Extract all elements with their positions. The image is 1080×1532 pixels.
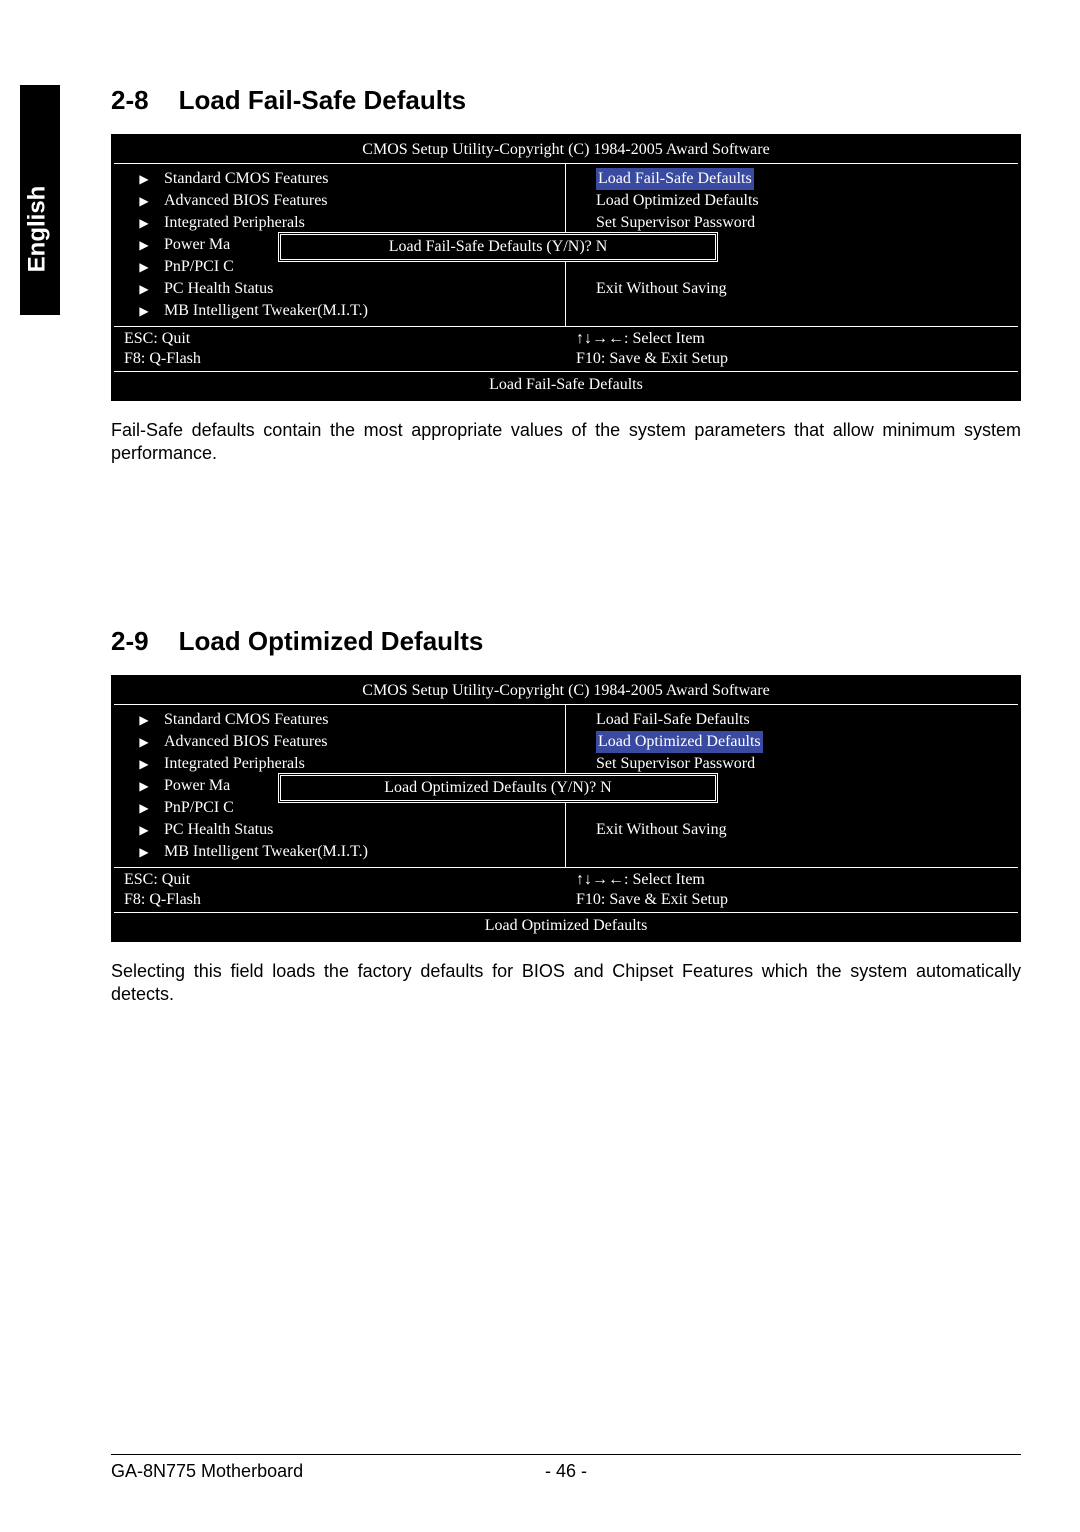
menu-item[interactable]: Load Fail-Safe Defaults xyxy=(576,709,1008,731)
footer-hint: ESC: Quit xyxy=(124,870,556,890)
dialog-text: Load Fail-Safe Defaults (Y/N)? N xyxy=(389,238,608,255)
menu-item[interactable]: Load Optimized Defaults xyxy=(576,190,1008,212)
triangle-right-icon: ▶ xyxy=(124,168,164,190)
bios-screen-optimized: CMOS Setup Utility-Copyright (C) 1984-20… xyxy=(111,675,1021,942)
triangle-right-icon: ▶ xyxy=(124,797,164,819)
menu-item[interactable]: ▶Integrated Peripherals xyxy=(124,753,555,775)
footer-hint: ↑↓→←: Select Item xyxy=(576,870,1008,890)
triangle-right-icon: ▶ xyxy=(124,731,164,753)
triangle-right-icon: ▶ xyxy=(124,190,164,212)
triangle-right-icon: ▶ xyxy=(124,709,164,731)
footer-hint: F8: Q-Flash xyxy=(124,890,556,910)
menu-item[interactable]: Exit Without Saving xyxy=(576,278,1008,300)
bios-footer: ESC: Quit F8: Q-Flash ↑↓→←: Select Item … xyxy=(114,868,1018,913)
menu-item[interactable]: ▶MB Intelligent Tweaker(M.I.T.) xyxy=(124,300,555,322)
triangle-right-icon: ▶ xyxy=(124,841,164,863)
triangle-right-icon: ▶ xyxy=(124,775,164,797)
bios-columns: ▶Standard CMOS Features ▶Advanced BIOS F… xyxy=(114,705,1018,868)
footer-hint: ↑↓→←: Select Item xyxy=(576,329,1008,349)
menu-item[interactable]: Exit Without Saving xyxy=(576,819,1008,841)
confirm-dialog[interactable]: Load Fail-Safe Defaults (Y/N)? N xyxy=(278,232,718,262)
menu-item[interactable]: ▶PC Health Status xyxy=(124,278,555,300)
section-body: Selecting this field loads the factory d… xyxy=(111,960,1021,1007)
footer-hint: F10: Save & Exit Setup xyxy=(576,890,1008,910)
triangle-right-icon: ▶ xyxy=(124,234,164,256)
triangle-right-icon: ▶ xyxy=(124,300,164,322)
menu-item[interactable]: Set Supervisor Password xyxy=(576,212,1008,234)
bios-footer: ESC: Quit F8: Q-Flash ↑↓→←: Select Item … xyxy=(114,327,1018,372)
triangle-right-icon: ▶ xyxy=(124,278,164,300)
dialog-text: Load Optimized Defaults (Y/N)? N xyxy=(384,779,611,796)
menu-item[interactable]: ▶Integrated Peripherals xyxy=(124,212,555,234)
section-2-8-heading: 2-8 Load Fail-Safe Defaults xyxy=(111,85,1021,116)
page-number: - 46 - xyxy=(545,1461,587,1482)
language-tab: English xyxy=(20,85,60,315)
menu-item[interactable]: ▶Advanced BIOS Features xyxy=(124,731,555,753)
menu-item[interactable]: ▶PC Health Status xyxy=(124,819,555,841)
menu-item[interactable]: Load Optimized Defaults xyxy=(576,731,1008,753)
confirm-dialog[interactable]: Load Optimized Defaults (Y/N)? N xyxy=(278,773,718,803)
bios-screen-failsafe: CMOS Setup Utility-Copyright (C) 1984-20… xyxy=(111,134,1021,401)
section-body: Fail-Safe defaults contain the most appr… xyxy=(111,419,1021,466)
bios-help-text: Load Fail-Safe Defaults xyxy=(114,372,1018,398)
triangle-right-icon: ▶ xyxy=(124,212,164,234)
section-title: Load Optimized Defaults xyxy=(179,626,484,656)
menu-item[interactable]: ▶MB Intelligent Tweaker(M.I.T.) xyxy=(124,841,555,863)
product-name: GA-8N775 Motherboard xyxy=(111,1461,303,1481)
footer-hint: ESC: Quit xyxy=(124,329,556,349)
bios-help-text: Load Optimized Defaults xyxy=(114,913,1018,939)
menu-item[interactable]: ▶Advanced BIOS Features xyxy=(124,190,555,212)
menu-item[interactable]: Set Supervisor Password xyxy=(576,753,1008,775)
section-title: Load Fail-Safe Defaults xyxy=(179,85,467,115)
bios-title: CMOS Setup Utility-Copyright (C) 1984-20… xyxy=(114,678,1018,705)
footer-hint: F8: Q-Flash xyxy=(124,349,556,369)
bios-columns: ▶Standard CMOS Features ▶Advanced BIOS F… xyxy=(114,164,1018,327)
section-number: 2-8 xyxy=(111,85,149,115)
triangle-right-icon: ▶ xyxy=(124,819,164,841)
bios-title: CMOS Setup Utility-Copyright (C) 1984-20… xyxy=(114,137,1018,164)
language-tab-label: English xyxy=(23,186,51,273)
menu-item[interactable]: ▶Standard CMOS Features xyxy=(124,709,555,731)
menu-item[interactable]: ▶Standard CMOS Features xyxy=(124,168,555,190)
footer-hint: F10: Save & Exit Setup xyxy=(576,349,1008,369)
section-number: 2-9 xyxy=(111,626,149,656)
menu-item[interactable]: Load Fail-Safe Defaults xyxy=(576,168,1008,190)
page-footer: GA-8N775 Motherboard - 46 - xyxy=(111,1454,1021,1482)
triangle-right-icon: ▶ xyxy=(124,753,164,775)
page-content: 2-8 Load Fail-Safe Defaults CMOS Setup Ut… xyxy=(111,85,1021,1007)
section-2-9-heading: 2-9 Load Optimized Defaults xyxy=(111,626,1021,657)
triangle-right-icon: ▶ xyxy=(124,256,164,278)
